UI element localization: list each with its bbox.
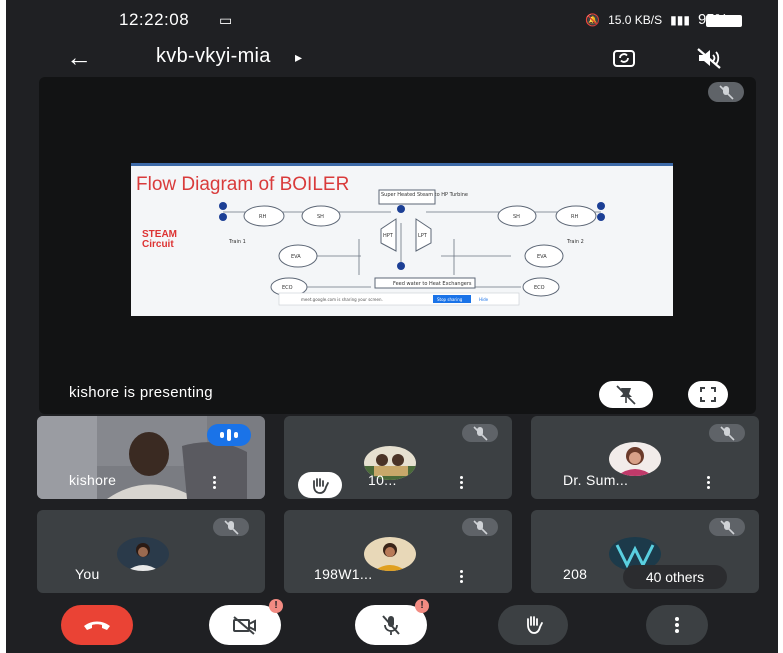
participant-tile-you[interactable]: You: [37, 510, 265, 593]
svg-text:EVA: EVA: [291, 254, 301, 260]
top-bar: ← kvb-vkyi-mia ▸: [6, 38, 778, 80]
raise-hand-icon: [313, 478, 329, 494]
svg-text:Stop sharing: Stop sharing: [437, 297, 463, 302]
speaking-indicator: [207, 424, 251, 446]
svg-text:meet.google.com is sharing you: meet.google.com is sharing your screen.: [301, 297, 383, 302]
end-call-button[interactable]: [61, 605, 133, 645]
camera-off-icon: [233, 616, 256, 635]
mic-off-icon: [224, 520, 239, 535]
unpin-button[interactable]: [599, 381, 653, 408]
caret-right-icon[interactable]: ▸: [295, 49, 302, 66]
participant-name: kishore: [69, 472, 117, 488]
participant-name: Dr. Sum...: [563, 472, 629, 488]
call-controls: ! !: [6, 595, 778, 653]
svg-text:EVA: EVA: [537, 254, 547, 260]
cast-icon: ▭: [219, 12, 233, 28]
raise-hand-icon: [527, 616, 543, 634]
more-vert-icon[interactable]: [707, 476, 711, 490]
arrow-left-icon[interactable]: ←: [66, 44, 92, 70]
svg-text:Hide: Hide: [479, 297, 489, 302]
presenting-label: kishore is presenting: [69, 384, 213, 401]
raise-hand-button[interactable]: [498, 605, 568, 645]
svg-text:ECO: ECO: [282, 285, 293, 291]
svg-text:ECO: ECO: [534, 285, 545, 291]
mic-off-icon: [720, 426, 735, 441]
network-speed: 15.0 KB/S: [608, 12, 663, 27]
svg-text:Train 2: Train 2: [566, 239, 584, 245]
camera-toggle-button[interactable]: !: [209, 599, 283, 645]
mic-off-badge: [709, 424, 745, 442]
mute-notification-icon: 🔕: [585, 12, 601, 27]
hand-raised-badge: [298, 472, 342, 498]
mic-off-badge: [462, 518, 498, 536]
mic-off-icon: [382, 615, 400, 635]
shared-slide: Flow Diagram of BOILER STEAM Circuit RH …: [131, 163, 673, 316]
mic-toggle-button[interactable]: !: [355, 599, 429, 645]
end-call-icon: [84, 621, 110, 630]
avatar: [609, 442, 661, 476]
mic-off-badge: [708, 82, 744, 102]
mic-off-icon: [719, 85, 734, 100]
svg-text:SH: SH: [513, 214, 520, 220]
more-vert-icon[interactable]: [213, 476, 217, 490]
more-vert-icon[interactable]: [460, 476, 464, 490]
svg-text:HPT: HPT: [383, 233, 394, 239]
mic-off-icon: [473, 426, 488, 441]
switch-camera-icon[interactable]: [612, 46, 636, 70]
fullscreen-button[interactable]: [688, 381, 728, 408]
participant-tile-198w1[interactable]: 198W1...: [284, 510, 512, 593]
svg-text:Super Heated Steam to HP Turbi: Super Heated Steam to HP Turbine: [381, 192, 468, 198]
mic-off-badge: [709, 518, 745, 536]
participant-tile-others[interactable]: 208 40 others: [531, 510, 759, 593]
svg-text:RH: RH: [571, 214, 578, 220]
participant-name: 10...: [368, 472, 397, 488]
unpin-icon: [616, 385, 636, 405]
svg-text:RH: RH: [259, 214, 266, 220]
more-options-button[interactable]: [646, 605, 708, 645]
participant-name: You: [75, 566, 100, 582]
svg-text:SH: SH: [317, 214, 324, 220]
meet-screen: 12:22:08 ▭ 🔕 15.0 KB/S ▮▮▮ 95% ← kvb-vky…: [6, 0, 778, 653]
presentation-tile[interactable]: Flow Diagram of BOILER STEAM Circuit RH …: [39, 77, 756, 414]
participant-tile-dr-sum[interactable]: Dr. Sum...: [531, 416, 759, 499]
mic-off-icon: [720, 520, 735, 535]
avatar: [117, 537, 169, 571]
warning-badge: !: [415, 599, 429, 613]
boiler-flow-diagram: RH SH EVA ECO SH RH EVA ECO HPT LPT Trai…: [219, 189, 605, 306]
others-count[interactable]: 40 others: [623, 565, 727, 589]
meeting-code[interactable]: kvb-vkyi-mia: [156, 45, 271, 68]
signal-icon: ▮▮▮: [670, 12, 690, 27]
participant-tile-10[interactable]: 10...: [284, 416, 512, 499]
participant-tile-kishore[interactable]: kishore: [37, 416, 265, 499]
fullscreen-icon: [700, 387, 716, 402]
mic-off-badge: [213, 518, 249, 536]
participant-name: 198W1...: [314, 566, 373, 582]
status-time: 12:22:08: [119, 10, 190, 29]
more-vert-icon: [675, 617, 679, 633]
svg-text:LPT: LPT: [418, 233, 428, 239]
mic-off-badge: [462, 424, 498, 442]
svg-text:Feed water to Heat Exchangers: Feed water to Heat Exchangers: [393, 281, 472, 287]
speaker-off-icon[interactable]: [696, 46, 722, 70]
svg-text:Train 1: Train 1: [228, 239, 246, 245]
warning-badge: !: [269, 599, 283, 613]
mic-off-icon: [473, 520, 488, 535]
more-vert-icon[interactable]: [460, 570, 464, 584]
battery-icon: [706, 15, 742, 27]
status-bar: 12:22:08 ▭ 🔕 15.0 KB/S ▮▮▮ 95%: [6, 0, 778, 38]
participant-name: 208: [563, 566, 588, 582]
